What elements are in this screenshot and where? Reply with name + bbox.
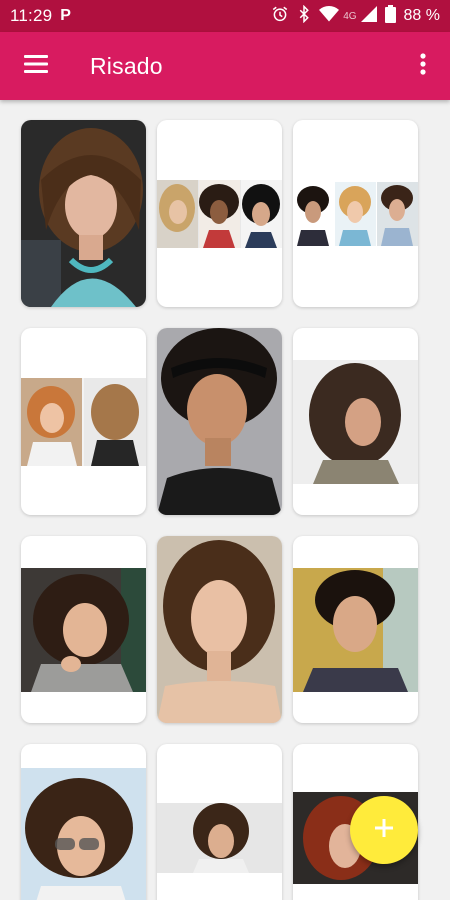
curly-shoulder-length-portrait-image <box>157 536 282 723</box>
gallery-card[interactable] <box>157 744 282 900</box>
curly-bob-front-back-collage-image <box>21 377 146 466</box>
gallery-card[interactable] <box>293 328 418 515</box>
gallery-card[interactable] <box>21 328 146 515</box>
gallery-card[interactable] <box>21 536 146 723</box>
network-type: 4G <box>343 10 357 22</box>
gallery-card[interactable] <box>293 120 418 307</box>
curly-bob-smiling-image <box>21 567 146 692</box>
three-short-curly-collage-image <box>293 181 418 246</box>
gallery-card[interactable] <box>21 744 146 900</box>
battery-icon <box>384 4 396 28</box>
app-indicator-icon: P <box>60 7 71 24</box>
status-time: 11:29 <box>10 6 53 25</box>
curly-bob-with-glasses-image <box>21 767 146 900</box>
wifi-icon <box>319 5 340 27</box>
battery-percent: 88 % <box>403 7 440 24</box>
curly-bangs-portrait-image <box>21 120 146 307</box>
menu-button[interactable] <box>0 32 72 100</box>
three-curly-styles-collage-image <box>157 179 282 248</box>
status-bar: 11:29 P 4G 88 % <box>0 0 450 32</box>
gallery-card[interactable] <box>21 120 146 307</box>
tight-curls-headband-image <box>157 328 282 515</box>
curly-lob-side-view-image <box>293 359 418 484</box>
hamburger-menu-icon <box>24 54 48 78</box>
hairstyle-gallery <box>21 120 425 900</box>
gallery-card[interactable] <box>157 536 282 723</box>
curly-shag-collage-image <box>157 802 282 873</box>
add-fab-button[interactable] <box>350 796 418 864</box>
signal-icon <box>360 5 377 27</box>
status-icons: 4G 88 % <box>271 4 440 28</box>
overflow-menu-button[interactable] <box>396 32 450 100</box>
alarm-icon <box>271 5 289 28</box>
curly-pixie-cut-image <box>293 567 418 692</box>
more-vert-icon <box>420 52 426 80</box>
app-bar: Risado <box>0 32 450 100</box>
page-title: Risado <box>90 52 163 79</box>
gallery-card[interactable] <box>293 536 418 723</box>
bluetooth-icon <box>297 4 311 28</box>
gallery-card[interactable] <box>157 120 282 307</box>
gallery-card[interactable] <box>157 328 282 515</box>
plus-icon <box>375 818 393 842</box>
